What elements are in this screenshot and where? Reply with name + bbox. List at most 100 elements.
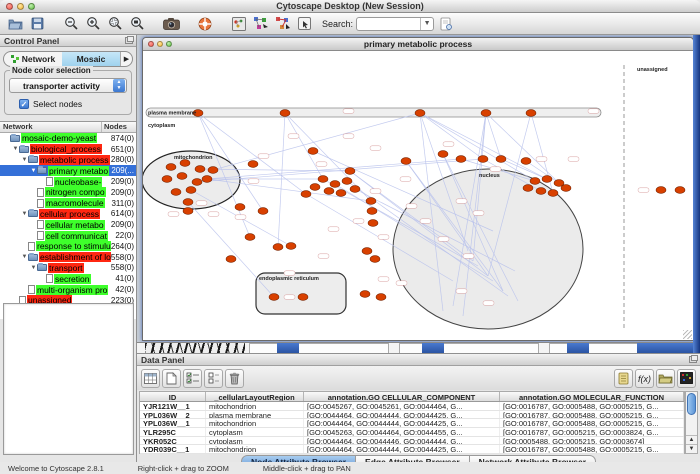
tree-row[interactable]: cell communicat22(0) bbox=[0, 230, 136, 241]
column-header[interactable]: ID bbox=[140, 392, 206, 401]
column-header[interactable]: annotation.GO MOLECULAR_FUNCTION bbox=[500, 392, 684, 401]
network-node[interactable] bbox=[171, 189, 181, 196]
network-node[interactable] bbox=[367, 208, 377, 215]
tree-row[interactable]: ▼primary metabo209(... bbox=[0, 165, 136, 176]
tree-row[interactable]: ▼establishment of lo558(0) bbox=[0, 252, 136, 263]
network-node[interactable] bbox=[248, 161, 258, 168]
tree-row[interactable]: multi-organism pro42(0) bbox=[0, 284, 136, 295]
table-row[interactable]: YKR052Ccytoplasm[GO:0044464, GO:0044446,… bbox=[140, 437, 684, 446]
table-cell[interactable]: [GO:0045267, GO:0045261, GO:0044464, G..… bbox=[304, 402, 500, 410]
attribute-table-icon[interactable] bbox=[141, 369, 160, 388]
float-panel-icon[interactable] bbox=[125, 37, 133, 44]
tree-row[interactable]: mosaic-demo-yeast874(0) bbox=[0, 133, 136, 144]
network-view-window[interactable]: primary metabolic process plasma membran… bbox=[142, 37, 694, 341]
table-cell[interactable]: cytoplasm bbox=[206, 428, 304, 436]
table-cell[interactable]: YPL036W__2 bbox=[140, 411, 206, 419]
attribute-table[interactable]: ID_cellularLayoutRegionannotation.GO CEL… bbox=[139, 391, 685, 454]
network-graph[interactable]: plasma membranecytoplasmmitochondrionnuc… bbox=[143, 51, 693, 340]
table-cell[interactable]: [GO:0044464, GO:0044444, GO:0044425, G..… bbox=[304, 419, 500, 427]
table-header-row[interactable]: ID_cellularLayoutRegionannotation.GO CEL… bbox=[140, 392, 684, 402]
float-panel-icon[interactable] bbox=[689, 356, 697, 363]
table-cell[interactable]: plasma membrane bbox=[206, 411, 304, 419]
network-node[interactable] bbox=[368, 220, 378, 227]
network-node[interactable] bbox=[561, 185, 571, 192]
import-attributes-icon[interactable] bbox=[656, 369, 675, 388]
network-node[interactable] bbox=[310, 184, 320, 191]
expand-arrow-icon[interactable]: ▼ bbox=[21, 157, 28, 163]
network-node[interactable] bbox=[345, 168, 355, 175]
annotation-select-icon[interactable] bbox=[296, 15, 314, 33]
column-header[interactable]: annotation.GO CELLULAR_COMPONENT bbox=[304, 392, 500, 401]
tab-mosaic[interactable]: Mosaic bbox=[62, 52, 120, 66]
expand-arrow-icon[interactable]: ▼ bbox=[21, 211, 28, 217]
zoom-in-icon[interactable] bbox=[84, 15, 102, 33]
network-node[interactable] bbox=[162, 176, 172, 183]
tabs-overflow-arrow[interactable]: ▶ bbox=[120, 52, 132, 66]
table-row[interactable]: YPL036W__2plasma membrane[GO:0044464, GO… bbox=[140, 411, 684, 420]
network-node[interactable] bbox=[542, 176, 552, 183]
table-cell[interactable]: YJR121W__1 bbox=[140, 402, 206, 410]
network-node[interactable] bbox=[438, 151, 448, 158]
network-node[interactable] bbox=[526, 110, 536, 117]
network-node[interactable] bbox=[208, 167, 218, 174]
network-node[interactable] bbox=[177, 173, 187, 180]
table-cell[interactable]: [GO:0005488, GO:0005215, GO:0003674] bbox=[500, 437, 684, 445]
node-color-dropdown[interactable]: transporter activity ▲▼ bbox=[9, 78, 127, 93]
network-node[interactable] bbox=[318, 176, 328, 183]
network-node[interactable] bbox=[235, 204, 245, 211]
table-cell[interactable]: [GO:0044464, GO:0044446, GO:0044444, G..… bbox=[304, 437, 500, 445]
search-options-icon[interactable] bbox=[437, 15, 455, 33]
network-node[interactable] bbox=[202, 176, 212, 183]
network-tree-header[interactable]: Network Nodes bbox=[0, 122, 136, 133]
network-node[interactable] bbox=[675, 187, 685, 194]
network-window-titlebar[interactable]: primary metabolic process bbox=[143, 38, 693, 51]
table-cell[interactable]: mitochondrion bbox=[206, 445, 304, 453]
tree-row[interactable]: cellular metabo209(0) bbox=[0, 219, 136, 230]
table-cell[interactable]: [GO:0016787, GO:0005215, GO:0003824, G..… bbox=[500, 428, 684, 436]
search-input[interactable] bbox=[357, 19, 420, 28]
network-from-selection-icon[interactable] bbox=[252, 15, 270, 33]
delete-attribute-icon[interactable] bbox=[225, 369, 244, 388]
attribute-batch-icon[interactable] bbox=[614, 369, 633, 388]
expand-arrow-icon[interactable]: ▼ bbox=[12, 146, 19, 152]
network-node[interactable] bbox=[166, 164, 176, 171]
network-node[interactable] bbox=[192, 179, 202, 186]
table-cell[interactable]: mitochondrion bbox=[206, 402, 304, 410]
select-attributes-icon[interactable] bbox=[183, 369, 202, 388]
table-cell[interactable]: [GO:0016787, GO:0005488, GO:0005215, G..… bbox=[500, 445, 684, 453]
network-canvas[interactable]: plasma membranecytoplasmmitochondrionnuc… bbox=[143, 51, 693, 340]
table-row[interactable]: YLR295Ccytoplasm[GO:0045263, GO:0044464,… bbox=[140, 428, 684, 437]
network-node[interactable] bbox=[350, 186, 360, 193]
tree-row[interactable]: ▼biological_process651(0) bbox=[0, 144, 136, 155]
network-node[interactable] bbox=[523, 185, 533, 192]
zoom-fit-icon[interactable] bbox=[128, 15, 146, 33]
network-node[interactable] bbox=[521, 158, 531, 165]
birds-eye-view[interactable] bbox=[3, 303, 134, 455]
network-node[interactable] bbox=[370, 256, 380, 263]
select-nodes-checkbox[interactable]: ✓ bbox=[19, 99, 29, 109]
search-box[interactable]: ▼ bbox=[356, 17, 434, 31]
app-titlebar[interactable]: Cytoscape Desktop (New Session) bbox=[0, 0, 700, 13]
new-attribute-icon[interactable] bbox=[162, 369, 181, 388]
table-row[interactable]: YJR121W__1mitochondrion[GO:0045267, GO:0… bbox=[140, 402, 684, 411]
unselect-attributes-icon[interactable] bbox=[204, 369, 223, 388]
tree-row[interactable]: response to stimulu264(0) bbox=[0, 241, 136, 252]
scroll-up-arrow[interactable]: ▲ bbox=[686, 435, 697, 444]
network-node[interactable] bbox=[298, 294, 308, 301]
network-node[interactable] bbox=[183, 199, 193, 206]
network-node[interactable] bbox=[269, 294, 279, 301]
network-node[interactable] bbox=[258, 208, 268, 215]
table-cell[interactable]: [GO:0016787, GO:0005488, GO:0005215, G..… bbox=[500, 411, 684, 419]
table-cell[interactable]: [GO:0044464, GO:0044444, GO:0044425, G..… bbox=[304, 445, 500, 453]
network-node[interactable] bbox=[280, 110, 290, 117]
tree-row[interactable]: nitrogen compo209(0) bbox=[0, 187, 136, 198]
scroll-down-arrow[interactable]: ▼ bbox=[686, 444, 697, 453]
save-icon[interactable] bbox=[28, 15, 46, 33]
network-node[interactable] bbox=[530, 178, 540, 185]
network-node[interactable] bbox=[478, 156, 488, 163]
network-node[interactable] bbox=[342, 178, 352, 185]
snapshot-icon[interactable] bbox=[162, 15, 180, 33]
vizmapper-icon[interactable] bbox=[230, 15, 248, 33]
table-cell[interactable]: YLR295C bbox=[140, 428, 206, 436]
table-cell[interactable]: [GO:0044464, GO:0044444, GO:0044425, G..… bbox=[304, 411, 500, 419]
